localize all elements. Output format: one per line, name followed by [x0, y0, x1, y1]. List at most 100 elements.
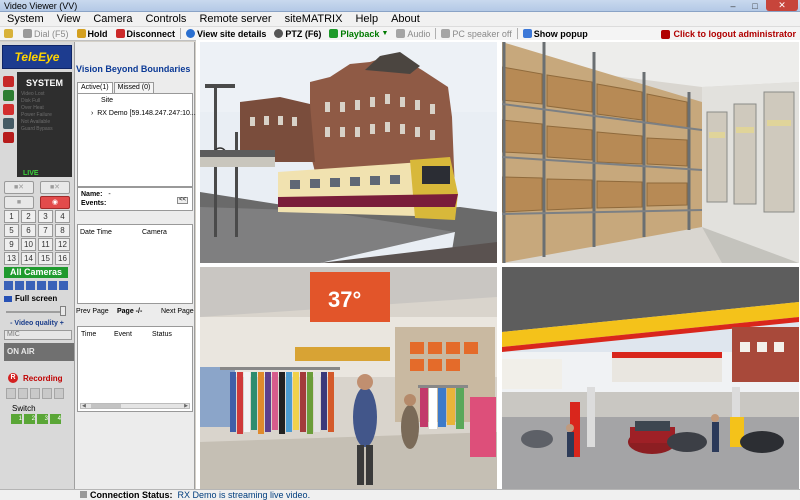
phonebook-icon — [4, 29, 13, 38]
log-horizontal-scrollbar[interactable]: ◀ ▶ — [80, 403, 190, 409]
hold-button[interactable]: Hold — [73, 27, 112, 41]
camera-12-button[interactable]: 12 — [55, 238, 70, 251]
show-popup-button[interactable]: Show popup — [519, 27, 592, 41]
alarm-icon[interactable] — [3, 76, 14, 87]
camera-16-button[interactable]: 16 — [55, 252, 70, 265]
minimize-button[interactable]: – — [722, 0, 744, 11]
layout-6-icon[interactable] — [26, 281, 35, 290]
switch-1-button[interactable]: 1 — [11, 414, 22, 424]
menu-about[interactable]: About — [384, 12, 426, 26]
close-button[interactable]: ✕ — [766, 0, 798, 11]
camera-5-button[interactable]: 5 — [4, 224, 19, 237]
rec-control-5[interactable] — [54, 388, 64, 399]
status-not-available: Not Available — [21, 119, 51, 125]
mic-select[interactable]: MIC — [4, 330, 72, 340]
svg-text:37°: 37° — [328, 287, 361, 312]
switch-4-button[interactable]: 4 — [50, 414, 61, 424]
switch-2-button[interactable]: 2 — [24, 414, 35, 424]
camera-9-button[interactable]: 9 — [4, 238, 19, 251]
site-tabs: Active(1) Missed (0) — [77, 82, 155, 93]
site-row[interactable]: › RX Demo [59.148.247.247:10... — [91, 110, 196, 117]
camera-2-button[interactable]: 2 — [21, 210, 36, 223]
prev-page-button[interactable]: Prev Page — [76, 308, 109, 315]
event-pager: Prev Page Page -/- Next Page — [75, 308, 195, 318]
monitor-icon[interactable] — [3, 118, 14, 129]
tab-missed[interactable]: Missed (0) — [113, 82, 155, 93]
menu-help[interactable]: Help — [348, 12, 384, 26]
camera-11-button[interactable]: 11 — [38, 238, 53, 251]
connection-status: Connection Status: RX Demo is streaming … — [80, 490, 310, 500]
dial-button[interactable]: Dial (F5) — [19, 27, 73, 41]
menu-camera[interactable]: Camera — [86, 12, 138, 26]
audio-button[interactable]: Audio — [392, 27, 434, 41]
phone-icon — [23, 29, 32, 38]
camera-7-button[interactable]: 7 — [38, 224, 53, 237]
camera-3-button[interactable]: 3 — [38, 210, 53, 223]
layout-buttons — [4, 281, 68, 290]
tab-active[interactable]: Active(1) — [77, 82, 113, 93]
camera-view-3[interactable]: 37° — [200, 267, 497, 489]
ptz-button[interactable]: PTZ (F6) — [270, 27, 325, 41]
camera-1-button[interactable]: 1 — [4, 210, 19, 223]
camera-view-1[interactable] — [200, 42, 497, 263]
info-icon — [186, 29, 196, 38]
maximize-button[interactable]: □ — [744, 0, 766, 11]
alert-icon[interactable] — [3, 104, 14, 115]
rec-control-4[interactable] — [42, 388, 52, 399]
recording-button[interactable]: R Recording — [8, 373, 63, 383]
video-quality-slider-thumb[interactable] — [60, 306, 66, 316]
scrollbar-thumb[interactable] — [91, 404, 121, 408]
layout-16-icon[interactable] — [59, 281, 68, 290]
camera-10-button[interactable]: 10 — [21, 238, 36, 251]
menu-sitematrix[interactable]: siteMATRIX — [278, 12, 349, 26]
layout-13-icon[interactable] — [48, 281, 57, 290]
menu-controls[interactable]: Controls — [138, 12, 192, 26]
scroll-right-icon[interactable]: ▶ — [184, 403, 188, 409]
menu-remote-server[interactable]: Remote server — [192, 12, 277, 26]
rec-control-1[interactable] — [6, 388, 16, 399]
camera-15-button[interactable]: 15 — [38, 252, 53, 265]
mute-video-button[interactable]: ■✕ — [4, 181, 34, 194]
menu-view[interactable]: View — [50, 12, 87, 26]
menu-system[interactable]: System — [0, 12, 50, 26]
rec-control-3[interactable] — [30, 388, 40, 399]
chevron-down-icon: ▼ — [381, 29, 389, 37]
lock-button[interactable]: ■ — [4, 196, 34, 209]
next-page-button[interactable]: Next Page — [161, 308, 194, 315]
switch-3-button[interactable]: 3 — [37, 414, 48, 424]
camera-8-button[interactable]: 8 — [55, 224, 70, 237]
record-icon: R — [8, 373, 18, 383]
disconnect-button[interactable]: Disconnect — [112, 27, 180, 41]
system-status-panel: SYSTEM Video Lost Disk Full Over Heat Po… — [17, 72, 72, 177]
guard-icon[interactable] — [3, 90, 14, 101]
camera-view-2[interactable] — [502, 42, 799, 263]
full-screen-button[interactable]: Full screen — [4, 294, 57, 303]
all-cameras-button[interactable]: All Cameras — [4, 267, 68, 278]
camera-4-button[interactable]: 4 — [55, 210, 70, 223]
scroll-left-icon[interactable]: ◀ — [82, 403, 86, 409]
layout-1-icon[interactable] — [4, 281, 13, 290]
camera-13-button[interactable]: 13 — [4, 252, 19, 265]
pc-speaker-button[interactable]: PC speaker off — [437, 27, 515, 41]
event-icon[interactable] — [3, 132, 14, 143]
on-air-button[interactable]: ON AIR — [4, 343, 74, 361]
collapse-button[interactable]: << — [177, 197, 188, 204]
logout-button[interactable]: Click to logout administrator — [661, 27, 796, 41]
video-quality-slider-track[interactable] — [6, 311, 66, 313]
camera-view-4[interactable] — [502, 267, 799, 489]
camera-6-button[interactable]: 6 — [21, 224, 36, 237]
layout-4-icon[interactable] — [15, 281, 24, 290]
recording-controls — [6, 388, 64, 399]
mute-all-button[interactable]: ■✕ — [40, 181, 70, 194]
video-grid: 37° — [196, 40, 800, 492]
rec-control-2[interactable] — [18, 388, 28, 399]
toolbar: Dial (F5) Hold Disconnect View site deta… — [0, 27, 800, 41]
camera-2-image — [502, 42, 799, 263]
site-list-button[interactable] — [0, 29, 19, 38]
layout-9-icon[interactable] — [37, 281, 46, 290]
view-site-details-button[interactable]: View site details — [182, 27, 270, 41]
alarm-reset-button[interactable]: ◉ — [40, 196, 70, 209]
camera-14-button[interactable]: 14 — [21, 252, 36, 265]
camera-3-image: 37° — [200, 267, 497, 489]
playback-button[interactable]: Playback ▼ — [325, 27, 392, 41]
